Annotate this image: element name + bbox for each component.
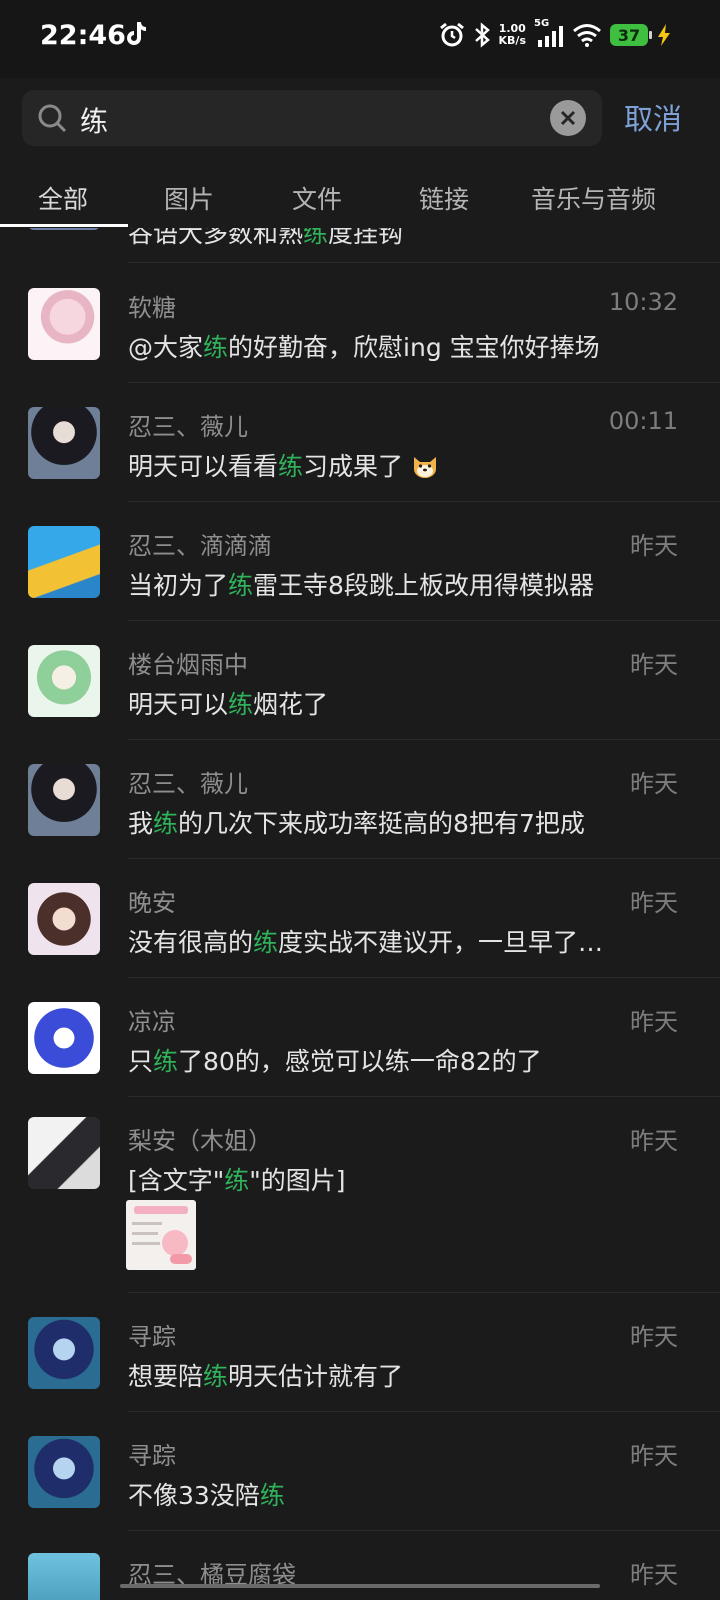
message-snippet: 不像33没陪练	[128, 1481, 285, 1510]
cellular-signal-icon: 5G	[534, 18, 564, 48]
active-tab-indicator	[0, 224, 128, 227]
battery-indicator: 37	[610, 24, 652, 46]
message-snippet: 只练了80的，感觉可以练一命82的了	[128, 1047, 542, 1076]
result-time: 00:11	[608, 407, 678, 435]
avatar	[28, 645, 100, 717]
contact-name: 凉凉	[128, 1008, 176, 1036]
search-result-item[interactable]: 软糖 10:32 @大家练的好勤奋，欣慰ing 宝宝你好捧场	[0, 264, 720, 383]
result-time: 昨天	[630, 1442, 678, 1470]
avatar	[28, 526, 100, 598]
avatar	[28, 1002, 100, 1074]
result-time: 昨天	[630, 889, 678, 917]
result-time: 昨天	[630, 1008, 678, 1036]
search-result-item[interactable]: 寻踪 昨天 想要陪练明天估计就有了	[0, 1293, 720, 1412]
contact-name: 软糖	[128, 294, 176, 322]
message-snippet: 我练的几次下来成功率挺高的8把有7把成	[128, 809, 585, 838]
message-snippet: 谷语大多数和熟练度挂钩	[128, 228, 404, 248]
search-icon	[38, 104, 67, 133]
contact-name: 寻踪	[128, 1323, 176, 1351]
gesture-bar	[120, 1584, 600, 1588]
result-time: 昨天	[630, 532, 678, 560]
image-thumbnail[interactable]	[126, 1200, 196, 1270]
contact-name: 忍三、薇儿	[128, 413, 248, 441]
result-time: 昨天	[630, 1323, 678, 1351]
search-bar[interactable]: 练	[22, 90, 602, 146]
result-time: 昨天	[630, 770, 678, 798]
avatar	[28, 407, 100, 479]
net-speed: 1.00 KB/s	[499, 23, 526, 47]
avatar	[28, 1317, 100, 1389]
dog-emoji-icon	[414, 457, 436, 478]
message-snippet: 当初为了练雷王寺8段跳上板改用得模拟器	[128, 571, 594, 600]
result-time: 10:32	[608, 288, 678, 316]
contact-name: 梨安（木姐）	[128, 1127, 272, 1155]
message-snippet: 明天可以看看练习成果了	[128, 447, 439, 483]
alarm-icon	[439, 22, 464, 47]
tab-music-audio[interactable]: 音乐与音频	[531, 180, 656, 216]
contact-name: 晚安	[128, 889, 176, 917]
search-result-item[interactable]: 晚安 昨天 没有很高的练度实战不建议开，一旦早了…	[0, 859, 720, 978]
clear-search-icon[interactable]	[550, 100, 586, 136]
message-snippet: [含文字"练"的图片]	[128, 1166, 346, 1195]
tab-links[interactable]: 链接	[419, 180, 469, 216]
status-icons: 1.00 KB/s 5G 37	[439, 18, 672, 48]
divider	[128, 262, 720, 263]
status-time: 22:46	[40, 20, 126, 51]
message-snippet: 明天可以练烟花了	[128, 690, 329, 719]
search-result-item[interactable]: 忍三、滴滴滴 昨天 当初为了练雷王寺8段跳上板改用得模拟器	[0, 502, 720, 621]
search-result-item[interactable]: 忍三、薇儿 00:11 明天可以看看练习成果了	[0, 383, 720, 502]
tab-images[interactable]: 图片	[164, 180, 214, 216]
tab-files[interactable]: 文件	[292, 180, 342, 216]
contact-name: 寻踪	[128, 1442, 176, 1470]
search-result-item[interactable]: 谷语大多数和熟练度挂钩	[0, 228, 720, 263]
battery-level: 37	[617, 25, 641, 45]
result-time: 昨天	[630, 1561, 678, 1589]
message-snippet: @大家练的好勤奋，欣慰ing 宝宝你好捧场	[128, 333, 600, 362]
result-time: 昨天	[630, 651, 678, 679]
avatar	[28, 1436, 100, 1508]
status-bar: 22:46 1.00 KB/s 5G 37	[0, 0, 720, 78]
message-snippet: 想要陪练明天估计就有了	[128, 1362, 404, 1391]
tiktok-icon	[127, 22, 146, 45]
charging-icon	[658, 24, 670, 46]
result-time: 昨天	[630, 1127, 678, 1155]
tab-all[interactable]: 全部	[38, 180, 88, 216]
avatar	[28, 764, 100, 836]
search-result-item[interactable]: 寻踪 昨天 不像33没陪练	[0, 1412, 720, 1531]
avatar	[28, 883, 100, 955]
cancel-button[interactable]: 取消	[624, 96, 682, 138]
search-result-item[interactable]: 忍三、薇儿 昨天 我练的几次下来成功率挺高的8把有7把成	[0, 740, 720, 859]
search-input[interactable]: 练	[80, 100, 108, 140]
avatar	[28, 1117, 100, 1189]
message-snippet: 没有很高的练度实战不建议开，一旦早了…	[128, 928, 604, 957]
search-results-list[interactable]: 谷语大多数和熟练度挂钩 软糖 10:32 @大家练的好勤奋，欣慰ing 宝宝你好…	[0, 228, 720, 1600]
contact-name: 楼台烟雨中	[128, 651, 248, 679]
avatar	[28, 288, 100, 360]
avatar	[28, 1553, 100, 1600]
search-result-item[interactable]: 梨安（木姐） 昨天 [含文字"练"的图片]	[0, 1097, 720, 1293]
search-result-item[interactable]: 忍三、橘豆腐袋 昨天	[0, 1531, 720, 1600]
wifi-icon	[573, 24, 601, 47]
search-result-item[interactable]: 楼台烟雨中 昨天 明天可以练烟花了	[0, 621, 720, 740]
filter-tabs: 全部 图片 文件 链接 音乐与音频	[0, 170, 720, 228]
bluetooth-icon	[474, 22, 490, 48]
net-speed-unit: KB/s	[498, 34, 526, 47]
contact-name: 忍三、滴滴滴	[128, 532, 272, 560]
contact-name: 忍三、薇儿	[128, 770, 248, 798]
search-result-item[interactable]: 凉凉 昨天 只练了80的，感觉可以练一命82的了	[0, 978, 720, 1097]
avatar	[28, 228, 100, 230]
